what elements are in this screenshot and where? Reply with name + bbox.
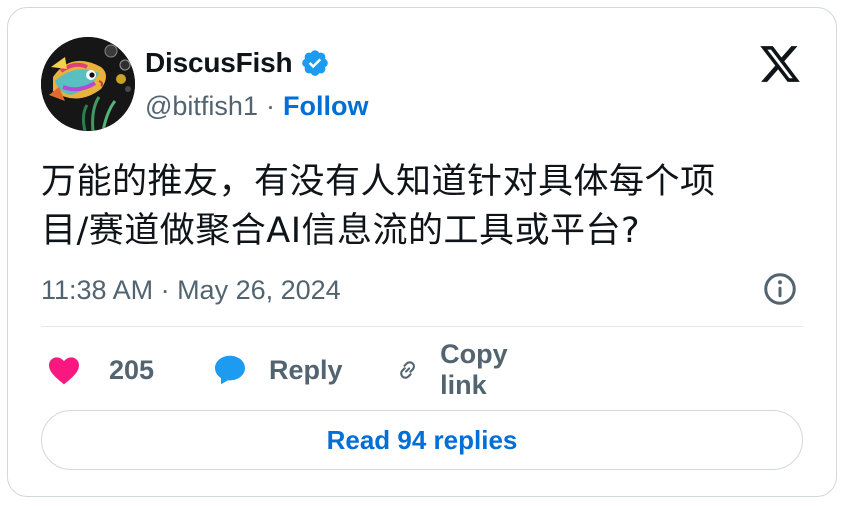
link-icon (400, 361, 415, 379)
tweet-text: 万能的推友，有没有人知道针对具体每个项 目/赛道做聚合AI信息流的工具或平台? (41, 158, 811, 256)
tweet-timestamp[interactable]: 11:38 AM · May 26, 2024 (41, 272, 341, 308)
tweet-text-line: 目/赛道做聚合AI信息流的工具或平台? (41, 211, 641, 251)
speech-bubble-icon (215, 355, 245, 385)
separator-dot: · (265, 90, 275, 121)
author-handle-row: @bitfish1 · Follow (145, 88, 368, 124)
avatar[interactable] (41, 37, 135, 131)
author-name-row: DiscusFish (145, 45, 330, 81)
copy-link-label: Copy link (440, 339, 508, 400)
author-display-name[interactable]: DiscusFish (145, 47, 293, 79)
reply-label: Reply (269, 354, 343, 385)
verified-badge-icon (302, 50, 329, 76)
info-icon[interactable] (762, 271, 798, 307)
divider (41, 326, 803, 327)
copy-link-button[interactable]: Copy link (395, 339, 521, 400)
follow-link[interactable]: Follow (283, 91, 368, 122)
heart-icon (49, 357, 79, 385)
author-handle[interactable]: @bitfish1 (145, 91, 258, 122)
reply-button[interactable]: Reply (211, 348, 343, 392)
like-button[interactable]: 205 (45, 348, 154, 392)
tweet-text-line: 万能的推友，有没有人知道针对具体每个项 (41, 162, 716, 202)
like-count: 205 (109, 354, 155, 385)
read-replies-button[interactable]: Read 94 replies (41, 410, 803, 470)
tweet-card: DiscusFish @bitfish1 · Follow 万能的推友，有没有人… (7, 7, 837, 497)
read-replies-label: Read 94 replies (326, 424, 518, 455)
x-logo-icon[interactable] (758, 42, 802, 86)
